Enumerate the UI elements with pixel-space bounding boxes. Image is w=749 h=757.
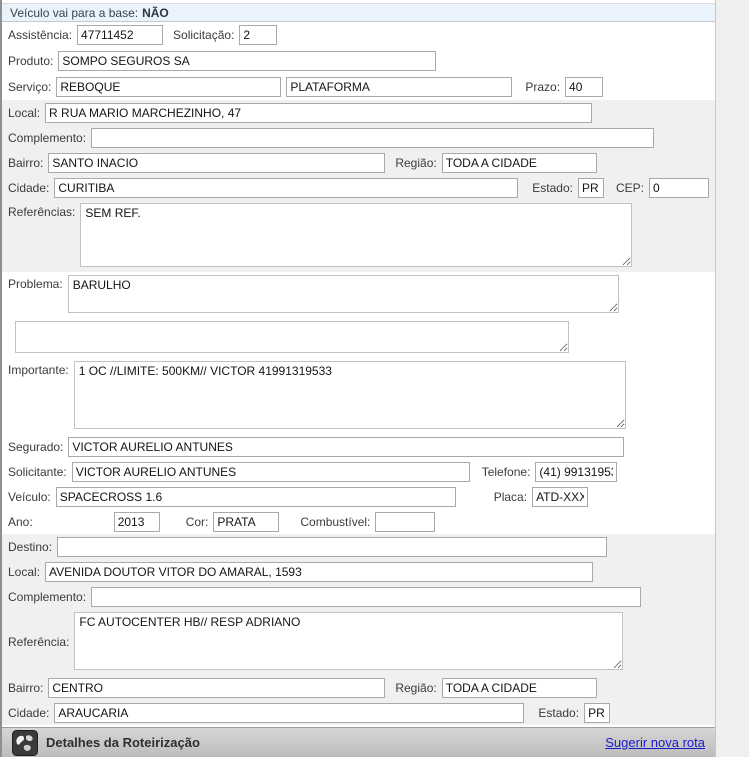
- telefone-input[interactable]: [535, 462, 617, 482]
- solicitacao-input[interactable]: [239, 25, 277, 45]
- local-origem-input[interactable]: [45, 103, 592, 123]
- bairro-destino-input[interactable]: [48, 678, 385, 698]
- veiculo-input[interactable]: [56, 487, 456, 507]
- ano-label: Ano:: [8, 515, 33, 529]
- importante-label: Importante:: [8, 361, 69, 377]
- section-problem-vehicle: Problema: BARULHO Importante: 1 OC //LIM…: [2, 272, 715, 534]
- cidade-destino-input[interactable]: [54, 703, 524, 723]
- row-bairro-destino: Bairro: Região:: [2, 675, 715, 700]
- vehicle-to-base-label: Veículo vai para a base:: [10, 6, 138, 20]
- regiao-destino-label: Região:: [395, 681, 436, 695]
- row-servico: Serviço: Prazo:: [2, 74, 715, 100]
- row-bairro-origem: Bairro: Região:: [2, 150, 715, 175]
- row-problema: Problema: BARULHO: [2, 272, 715, 318]
- telefone-label: Telefone:: [482, 465, 531, 479]
- row-veiculo: Veículo: Placa:: [2, 484, 715, 509]
- row-local-origem: Local:: [2, 100, 715, 125]
- solicitacao-label: Solicitação:: [173, 28, 234, 42]
- placa-label: Placa:: [494, 490, 527, 504]
- local-destino-input[interactable]: [45, 562, 593, 582]
- problema-extra-textarea[interactable]: [15, 321, 569, 353]
- cep-input[interactable]: [649, 178, 709, 198]
- bairro-origem-input[interactable]: [48, 153, 385, 173]
- produto-label: Produto:: [8, 54, 53, 68]
- importante-textarea[interactable]: 1 OC //LIMITE: 500KM// VICTOR 4199131953…: [74, 361, 626, 429]
- regiao-origem-label: Região:: [395, 156, 436, 170]
- estado-destino-label: Estado:: [538, 706, 579, 720]
- veiculo-label: Veículo:: [8, 490, 51, 504]
- vehicle-to-base-banner: Veículo vai para a base: NÃO: [2, 3, 715, 22]
- cor-label: Cor:: [186, 515, 209, 529]
- row-destino: Destino:: [2, 534, 715, 559]
- section-assistance: Assistência: Solicitação: Produto: Servi…: [2, 22, 715, 100]
- cidade-destino-label: Cidade:: [8, 706, 49, 720]
- servico-input-2[interactable]: [286, 77, 512, 97]
- estado-origem-label: Estado:: [532, 181, 573, 195]
- produto-input[interactable]: [58, 51, 436, 71]
- row-segurado: Segurado:: [2, 434, 715, 459]
- section-origin-address: Local: Complemento: Bairro: Região: Cida…: [2, 100, 715, 272]
- assistencia-input[interactable]: [77, 25, 163, 45]
- cidade-origem-input[interactable]: [54, 178, 518, 198]
- referencias-textarea[interactable]: SEM REF.: [80, 203, 632, 267]
- problema-label: Problema:: [8, 275, 63, 291]
- row-assistencia: Assistência: Solicitação:: [2, 22, 715, 48]
- regiao-destino-input[interactable]: [442, 678, 597, 698]
- servico-label: Serviço:: [8, 80, 51, 94]
- solicitante-label: Solicitante:: [8, 465, 67, 479]
- estado-destino-input[interactable]: [584, 703, 610, 723]
- referencia-destino-label: Referência:: [8, 633, 69, 649]
- row-complemento-origem: Complemento:: [2, 125, 715, 150]
- problema-textarea[interactable]: BARULHO: [68, 275, 619, 313]
- row-cidade-destino: Cidade: Estado:: [2, 700, 715, 725]
- cor-input[interactable]: [213, 512, 279, 532]
- assistance-form: Veículo vai para a base: NÃO Assistência…: [0, 0, 716, 757]
- combustivel-input[interactable]: [375, 512, 435, 532]
- referencia-destino-textarea[interactable]: FC AUTOCENTER HB// RESP ADRIANO: [74, 612, 623, 670]
- routing-details-title: Detalhes da Roteirização: [46, 735, 200, 750]
- regiao-origem-input[interactable]: [442, 153, 597, 173]
- referencias-label: Referências:: [8, 203, 75, 219]
- destino-input[interactable]: [57, 537, 607, 557]
- ano-input[interactable]: [114, 512, 160, 532]
- segurado-input[interactable]: [68, 437, 624, 457]
- solicitante-input[interactable]: [72, 462, 470, 482]
- complemento-origem-label: Complemento:: [8, 131, 86, 145]
- section-destination-address: Destino: Local: Complemento: Referência:…: [2, 534, 715, 725]
- row-referencia-destino: Referência: FC AUTOCENTER HB// RESP ADRI…: [2, 609, 715, 675]
- row-complemento-destino: Complemento:: [2, 584, 715, 609]
- complemento-destino-input[interactable]: [91, 587, 641, 607]
- cep-label: CEP:: [616, 181, 644, 195]
- servico-input-1[interactable]: [56, 77, 281, 97]
- prazo-input[interactable]: [565, 77, 603, 97]
- prazo-label: Prazo:: [525, 80, 560, 94]
- local-destino-label: Local:: [8, 565, 40, 579]
- cidade-origem-label: Cidade:: [8, 181, 49, 195]
- row-solicitante: Solicitante: Telefone:: [2, 459, 715, 484]
- placa-input[interactable]: [532, 487, 588, 507]
- routing-details-bar[interactable]: Detalhes da Roteirização Sugerir nova ro…: [2, 727, 715, 757]
- row-referencias: Referências: SEM REF.: [2, 200, 715, 272]
- assistencia-label: Assistência:: [8, 28, 72, 42]
- estado-origem-input[interactable]: [578, 178, 604, 198]
- combustivel-label: Combustível:: [300, 515, 370, 529]
- destino-label: Destino:: [8, 540, 52, 554]
- row-produto: Produto:: [2, 48, 715, 74]
- row-ano-cor-combustivel: Ano: Cor: Combustível:: [2, 509, 715, 534]
- local-origem-label: Local:: [8, 106, 40, 120]
- row-cidade-origem: Cidade: Estado: CEP:: [2, 175, 715, 200]
- segurado-label: Segurado:: [8, 440, 63, 454]
- complemento-origem-input[interactable]: [91, 128, 654, 148]
- suggest-new-route-link[interactable]: Sugerir nova rota: [605, 735, 705, 750]
- vehicle-to-base-value: NÃO: [142, 6, 169, 20]
- bairro-origem-label: Bairro:: [8, 156, 43, 170]
- globe-map-icon: [12, 730, 38, 756]
- row-local-destino: Local:: [2, 559, 715, 584]
- complemento-destino-label: Complemento:: [8, 590, 86, 604]
- row-problema-extra: [2, 318, 715, 358]
- row-importante: Importante: 1 OC //LIMITE: 500KM// VICTO…: [2, 358, 715, 434]
- bairro-destino-label: Bairro:: [8, 681, 43, 695]
